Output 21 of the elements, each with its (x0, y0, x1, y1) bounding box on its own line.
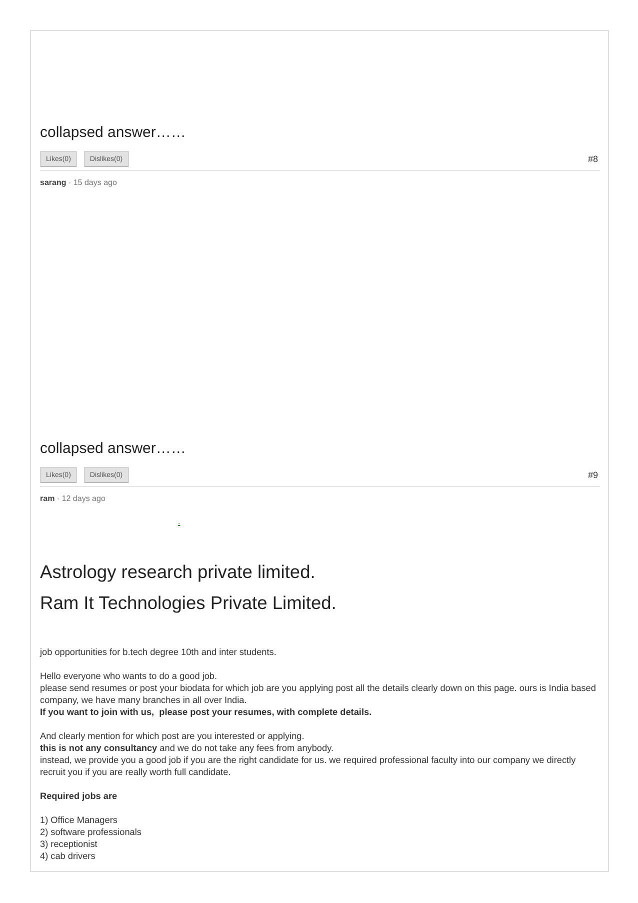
text-line: And clearly mention for which post are you interested or applying. (40, 730, 304, 742)
answer-meta: sarang · 15 days ago (40, 177, 117, 189)
post-heading: Ram It Technologies Private Limited. (40, 591, 336, 615)
text-line: 3) receptionist (40, 838, 98, 850)
answer-title: collapsed answer…… (40, 123, 186, 143)
text-line: 1) Office Managers (40, 814, 118, 826)
answer-meta: ram · 12 days ago (40, 493, 106, 505)
text-line: this is not any consultancy and we do not take any fees from anybody. (40, 742, 334, 754)
answer-number: #9 (588, 469, 598, 481)
text-line: 2) software professionals (40, 826, 142, 838)
text-line: 4) cab drivers (40, 850, 96, 862)
answer-number: #8 (588, 153, 598, 165)
source-link[interactable]: . (178, 517, 180, 527)
bold-text-line: If you want to join with us, please post your resumes, with complete details. (40, 706, 372, 718)
post-heading: Astrology research private limited. (40, 560, 316, 584)
text-line: instead, we provide you a good job if you are the right candidate for us. we required professional faculty into our company we directly recruit you if you are really worth full candidate. (40, 754, 577, 778)
bold-text-line: Required jobs are (40, 790, 118, 802)
text-line: please send resumes or post your biodata for which job are you applying post all the details clearly down on this page. ours is India based company, we have many branches in all over India. (40, 682, 597, 706)
answer-title: collapsed answer…… (40, 439, 186, 459)
text-line: job opportunities for b.tech degree 10th and inter students. (40, 646, 276, 658)
text-line: Hello everyone who wants to do a good job. (40, 670, 218, 682)
